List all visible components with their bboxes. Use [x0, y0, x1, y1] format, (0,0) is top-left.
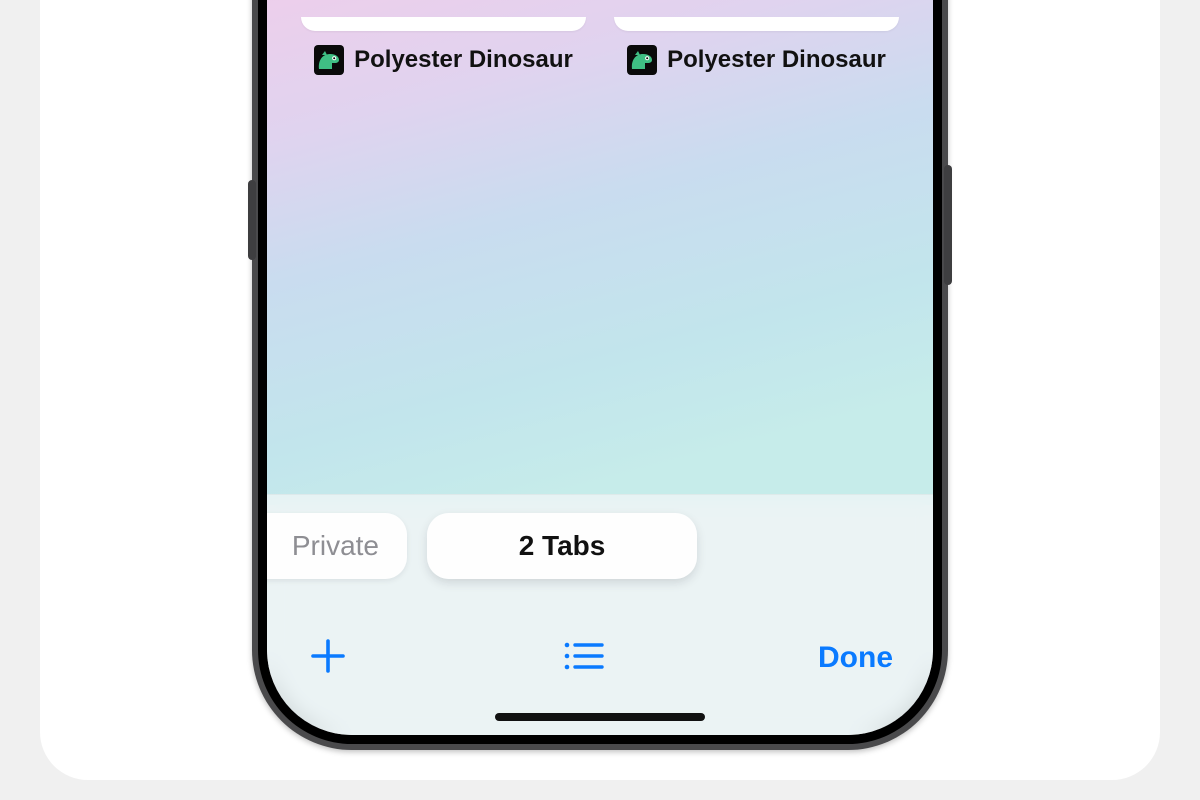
phone-side-button-left	[248, 180, 256, 260]
tabs-bottom-bar: Private 2 Tabs	[267, 494, 933, 735]
tab-title: Polyester Dinosaur	[667, 46, 886, 74]
tab-group-picker[interactable]: Private 2 Tabs	[267, 513, 697, 579]
wallpaper-gradient	[267, 0, 933, 505]
safari-tab-overview-screen: Polyester Dinosaur	[267, 0, 933, 735]
tab-group-private[interactable]: Private	[267, 513, 407, 579]
new-tab-button[interactable]	[307, 635, 349, 682]
list-bullet-icon	[562, 639, 606, 678]
tab-groups-menu-button[interactable]	[562, 639, 606, 678]
done-button[interactable]: Done	[818, 641, 893, 675]
tab-title: Polyester Dinosaur	[354, 46, 573, 74]
tab-thumbnail[interactable]: Polyester Dinosaur	[301, 17, 586, 75]
tabs-grid: Polyester Dinosaur	[267, 17, 933, 75]
tab-group-private-label: Private	[292, 530, 379, 562]
tabs-toolbar: Done	[267, 623, 933, 693]
tab-label-row: Polyester Dinosaur	[614, 45, 899, 75]
dinosaur-icon	[627, 45, 657, 75]
plus-icon	[307, 635, 349, 682]
tab-label-row: Polyester Dinosaur	[301, 45, 586, 75]
tab-group-active[interactable]: 2 Tabs	[427, 513, 697, 579]
tab-preview-card[interactable]	[301, 17, 586, 31]
dinosaur-icon	[314, 45, 344, 75]
done-button-label: Done	[818, 641, 893, 675]
phone-frame: Polyester Dinosaur	[252, 0, 948, 750]
phone-side-button-right	[944, 165, 952, 285]
tab-group-active-label: 2 Tabs	[519, 530, 606, 562]
tab-thumbnail[interactable]: Polyester Dinosaur	[614, 17, 899, 75]
home-indicator[interactable]	[495, 713, 705, 721]
tab-preview-card[interactable]	[614, 17, 899, 31]
